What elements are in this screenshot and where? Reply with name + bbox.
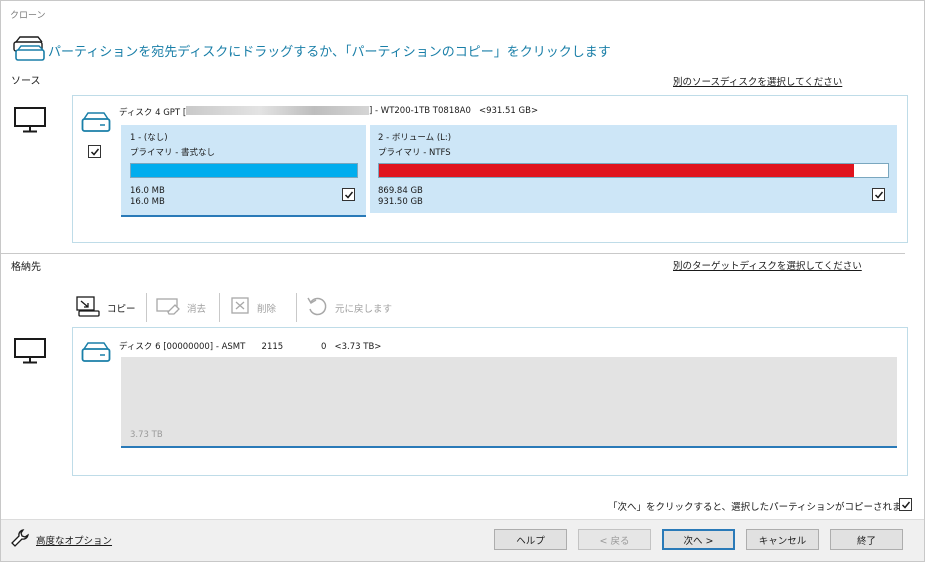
source-partition-1[interactable]: 1 - (なし) プライマリ - 書式なし 16.0 MB 16.0 MB	[121, 125, 366, 215]
source-label: ソース	[11, 76, 41, 87]
source-partition-2[interactable]: 2 - ボリューム (L:) プライマリ - NTFS 869.84 GB 93…	[370, 125, 897, 213]
next-button[interactable]: 次へ >	[662, 529, 735, 550]
advanced-options-label: 高度なオプション	[36, 535, 113, 547]
help-button[interactable]: ヘルプ	[494, 529, 567, 550]
hard-drive-icon	[81, 111, 111, 136]
partition-name: 1 - (なし)	[130, 133, 168, 143]
source-disk-panel: ディスク 4 GPT [ ] - WT200-1TB T0818A0 <931.…	[72, 95, 908, 243]
toolbar-separator	[146, 293, 147, 322]
advanced-options-link[interactable]: 高度なオプション	[10, 528, 112, 551]
copy-notice-checkbox[interactable]	[899, 498, 912, 511]
source-disk-checkbox[interactable]	[88, 145, 101, 158]
partition-1-selected-underline	[121, 215, 366, 217]
destination-label: 格納先	[11, 262, 41, 273]
wrench-icon	[10, 528, 30, 551]
erase-label: 消去	[187, 303, 207, 315]
unallocated-underline	[121, 446, 897, 448]
clone-disk-icon	[12, 36, 46, 64]
back-button[interactable]: < 戻る	[578, 529, 651, 550]
window-title: クローン	[10, 11, 46, 21]
copy-icon	[76, 295, 102, 320]
copy-partition-button[interactable]: コピー	[76, 295, 136, 320]
partition-type: プライマリ - 書式なし	[130, 148, 215, 158]
partition-usage-bar	[378, 163, 889, 178]
partition-total: 16.0 MB	[130, 197, 165, 207]
select-target-disk-link[interactable]: 別のターゲットディスクを選択してください	[673, 258, 862, 272]
delete-icon	[230, 296, 252, 319]
unallocated-space[interactable]: 3.73 TB	[121, 357, 897, 446]
copy-label: コピー	[107, 303, 136, 315]
source-disk-name-suffix: ] - WT200-1TB T0818A0 <931.51 GB>	[369, 106, 539, 116]
toolbar-separator	[296, 293, 297, 322]
partition-usage-fill	[379, 164, 855, 177]
source-disk-name-prefix: ディスク 4 GPT [	[119, 108, 187, 118]
partition-name: 2 - ボリューム (L:)	[378, 133, 452, 143]
destination-disk-panel: ディスク 6 [00000000] - ASMT 2115 0 <3.73 TB…	[72, 327, 908, 476]
delete-button[interactable]: 削除	[230, 296, 276, 319]
finish-button[interactable]: 終了	[830, 529, 903, 550]
partition-usage-bar	[130, 163, 358, 178]
undo-button[interactable]: 元に戻します	[306, 294, 392, 321]
partition-used: 869.84 GB	[378, 186, 423, 196]
unallocated-size: 3.73 TB	[130, 430, 163, 440]
partition-type: プライマリ - NTFS	[378, 148, 451, 158]
redacted-serial	[186, 106, 369, 115]
partition-total: 931.50 GB	[378, 197, 423, 207]
copy-notice-text: 「次へ」をクリックすると、選択したパーティションがコピーされます	[608, 502, 912, 513]
cancel-button[interactable]: キャンセル	[746, 529, 819, 550]
toolbar-separator	[219, 293, 220, 322]
partition-2-checkbox[interactable]	[872, 188, 885, 201]
monitor-icon	[14, 107, 46, 136]
delete-label: 削除	[257, 303, 277, 315]
undo-icon	[306, 294, 330, 321]
undo-label: 元に戻します	[335, 303, 393, 315]
partition-1-checkbox[interactable]	[342, 188, 355, 201]
partition-usage-fill	[131, 164, 357, 177]
partition-used: 16.0 MB	[130, 186, 165, 196]
destination-disk-name: ディスク 6 [00000000] - ASMT 2115 0 <3.73 TB…	[119, 342, 382, 352]
section-divider	[0, 253, 905, 254]
hard-drive-icon	[81, 341, 111, 366]
select-source-disk-link[interactable]: 別のソースディスクを選択してください	[673, 74, 842, 88]
eraser-icon	[156, 296, 182, 319]
instruction-text: パーティションを宛先ディスクにドラッグするか、「パーティションのコピー」をクリッ…	[48, 45, 611, 60]
monitor-icon	[14, 338, 46, 367]
erase-button[interactable]: 消去	[156, 296, 206, 319]
